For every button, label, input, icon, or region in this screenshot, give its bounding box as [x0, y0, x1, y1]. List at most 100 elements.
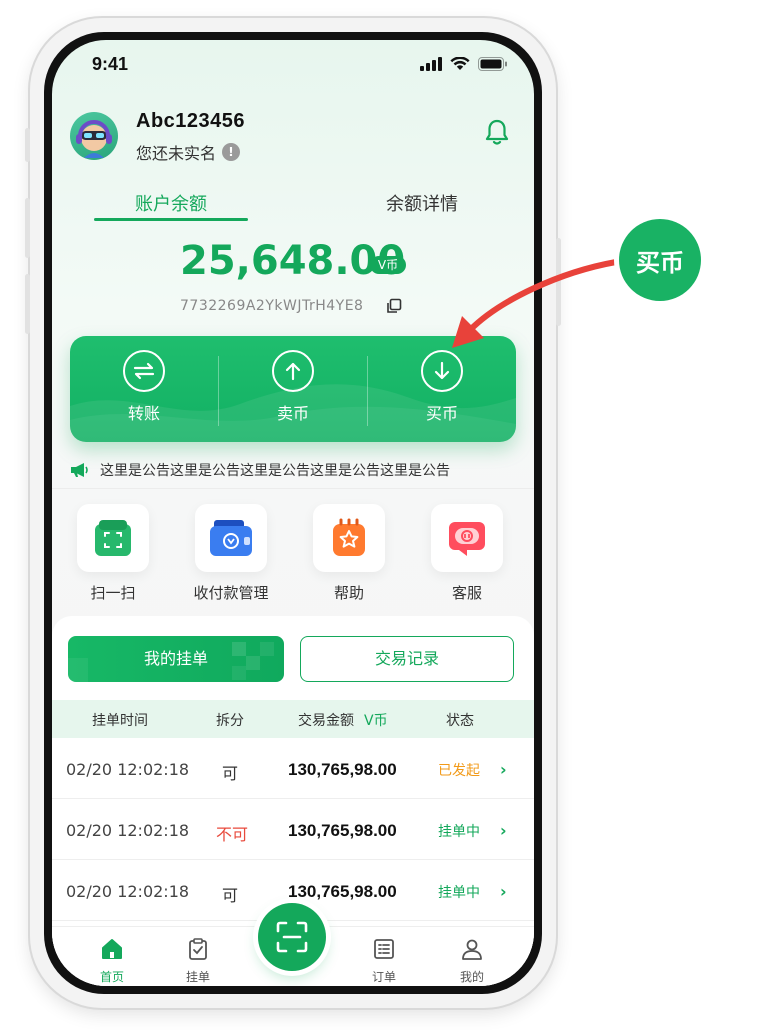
order-time: 02/20 12:02:18	[66, 821, 190, 840]
callout-label: 买币	[619, 219, 701, 301]
power-button	[556, 238, 561, 326]
column-header-status: 状态	[446, 713, 474, 729]
quick-label: 收付款管理	[193, 584, 269, 602]
nav-profile[interactable]: 我的	[442, 937, 502, 985]
chevron-right-icon: ›	[500, 760, 507, 779]
order-status: 已发起	[438, 763, 480, 779]
tab-transaction-records[interactable]: 交易记录	[300, 636, 514, 682]
customer-service-icon	[449, 522, 485, 556]
username: Abc123456	[136, 110, 246, 132]
list-icon	[374, 939, 394, 959]
quick-label: 帮助	[333, 584, 364, 602]
column-header-split: 拆分	[216, 713, 244, 729]
service-tile	[431, 504, 503, 572]
table-header: 挂单时间 拆分 交易金额 V币 状态	[52, 700, 534, 738]
signal-icon	[420, 57, 442, 71]
help-star-icon	[333, 518, 365, 556]
sell-coin-button[interactable]: 卖币	[233, 350, 353, 424]
arrow-up-circle-icon	[272, 350, 314, 392]
announcement-bar[interactable]: 这里是公告这里是公告这里是公告这里是公告这里是公告	[70, 460, 450, 480]
transfer-icon	[123, 350, 165, 392]
currency-badge: V币	[370, 256, 406, 274]
home-icon	[102, 939, 122, 959]
column-header-amount: 交易金额	[298, 713, 354, 729]
volume-up-button	[25, 198, 30, 258]
scan-tile	[77, 504, 149, 572]
copy-address-button[interactable]	[386, 298, 402, 318]
action-divider	[218, 356, 219, 426]
nav-orders[interactable]: 订单	[354, 937, 414, 985]
order-status: 挂单中	[438, 885, 480, 901]
scan-icon	[276, 921, 308, 953]
wallet-actions-card: 转账 卖币 买币	[70, 336, 516, 442]
transfer-button[interactable]: 转账	[84, 350, 204, 424]
nav-label: 首页	[99, 970, 124, 984]
wallet-icon	[210, 520, 252, 556]
quick-label: 扫一扫	[90, 584, 136, 602]
nav-label: 挂单	[185, 970, 210, 984]
order-time: 02/20 12:02:18	[66, 760, 190, 779]
avatar-illustration-icon	[76, 120, 112, 158]
transfer-label: 转账	[127, 404, 160, 423]
status-bar: 9:41	[52, 40, 534, 94]
order-amount: 130,765,98.00	[288, 882, 397, 901]
phone-frame: 9:41 Abc123456 您还未实名 ! 账户余额 余额详情 25,648.…	[25, 18, 561, 1008]
table-row[interactable]: 02/20 12:02:18 不可 130,765,98.00 挂单中 ›	[52, 799, 534, 860]
nav-label: 订单	[371, 970, 396, 984]
buy-coin-button[interactable]: 买币	[382, 350, 502, 424]
nav-home[interactable]: 首页	[82, 937, 142, 985]
action-divider	[367, 356, 368, 426]
status-icons	[420, 57, 508, 71]
quick-payment-management[interactable]: 收付款管理	[176, 504, 286, 603]
order-amount: 130,765,98.00	[288, 821, 397, 840]
mute-switch	[25, 128, 30, 162]
status-time: 9:41	[92, 54, 129, 74]
order-time: 02/20 12:02:18	[66, 882, 190, 901]
profile-icon	[462, 939, 482, 960]
megaphone-icon	[71, 463, 88, 477]
wifi-icon	[450, 57, 470, 70]
quick-help[interactable]: 帮助	[294, 504, 404, 603]
active-tab-indicator	[94, 218, 248, 221]
clipboard-icon	[189, 938, 207, 960]
arrow-down-circle-icon	[421, 350, 463, 392]
quick-scan[interactable]: 扫一扫	[58, 504, 168, 603]
volume-down-button	[25, 274, 30, 334]
avatar[interactable]	[70, 112, 118, 160]
bell-icon	[485, 119, 509, 145]
notification-button[interactable]	[484, 118, 510, 150]
wallet-address: 7732269A2YkWJTrH4YE8	[180, 298, 364, 314]
order-split: 可	[222, 886, 239, 905]
sell-coin-label: 卖币	[276, 404, 309, 423]
chevron-right-icon: ›	[500, 821, 507, 840]
order-status: 挂单中	[438, 824, 480, 840]
help-tile	[313, 504, 385, 572]
divider	[52, 488, 534, 489]
chevron-right-icon: ›	[500, 882, 507, 901]
tab-account-balance[interactable]: 账户余额	[94, 190, 248, 216]
phone-bezel: 9:41 Abc123456 您还未实名 ! 账户余额 余额详情 25,648.…	[44, 32, 542, 994]
copy-icon	[387, 298, 402, 313]
tab-my-orders[interactable]: 我的挂单	[68, 636, 284, 682]
scan-fab-button[interactable]	[258, 903, 326, 971]
wallet-tile	[195, 504, 267, 572]
nav-orders-posted[interactable]: 挂单	[168, 937, 228, 985]
scan-icon	[95, 520, 131, 556]
tab-balance-details[interactable]: 余额详情	[352, 190, 492, 216]
column-header-amount-unit: V币	[364, 713, 388, 729]
battery-icon	[478, 57, 507, 71]
app-screen: 9:41 Abc123456 您还未实名 ! 账户余额 余额详情 25,648.…	[52, 40, 534, 986]
table-row[interactable]: 02/20 12:02:18 可 130,765,98.00 已发起 ›	[52, 738, 534, 799]
order-split: 不可	[216, 825, 249, 844]
verification-status[interactable]: 您还未实名 !	[136, 140, 241, 164]
quick-customer-service[interactable]: 客服	[412, 504, 522, 603]
info-icon: !	[222, 143, 241, 161]
quick-label: 客服	[451, 584, 482, 602]
verification-text: 您还未实名	[136, 144, 217, 163]
order-amount: 130,765,98.00	[288, 760, 397, 779]
column-header-time: 挂单时间	[92, 713, 148, 729]
nav-label: 我的	[459, 970, 484, 984]
announcement-text: 这里是公告这里是公告这里是公告这里是公告这里是公告	[100, 463, 450, 479]
tab-my-orders-label: 我的挂单	[143, 649, 208, 668]
order-split: 可	[222, 764, 239, 783]
